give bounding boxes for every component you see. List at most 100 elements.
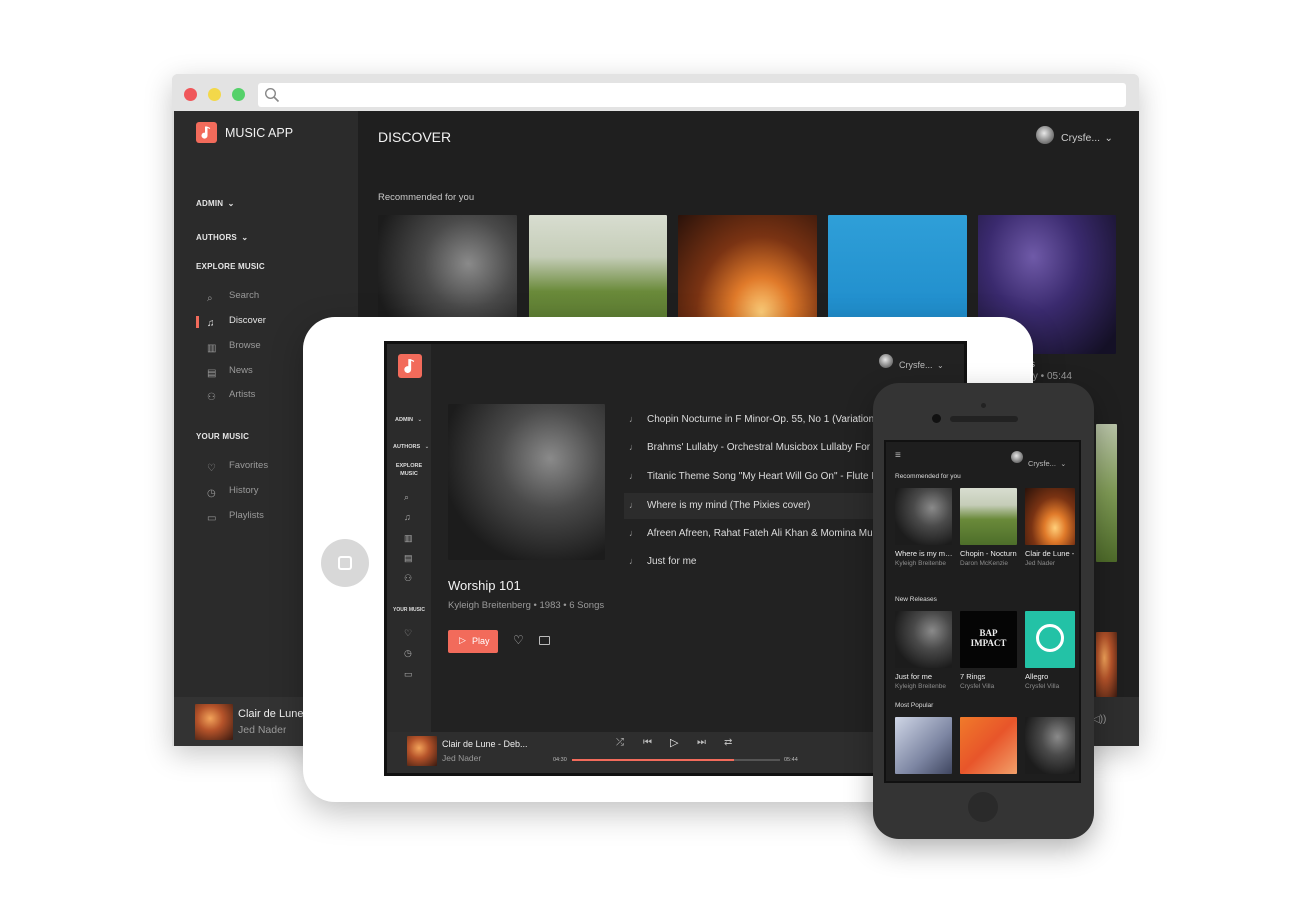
user-menu[interactable]: Crysfe... ⌄ [1028, 453, 1066, 471]
next-icon[interactable]: ⏭ [697, 737, 706, 748]
progress-fill [572, 759, 735, 761]
album-meta: Kyleigh Breitenberg • 1983 • 6 Songs [448, 600, 605, 611]
section-most-popular-heading: Most Popular [895, 702, 934, 709]
album-cover[interactable] [1096, 632, 1117, 697]
sidebar-item-label: Favorites [229, 460, 269, 471]
maximize-window-button[interactable] [232, 88, 245, 101]
badge-line: IMPACT [970, 638, 1007, 648]
your-music-heading: YOUR MUSIC [196, 432, 250, 441]
album-title: Worship 101 [448, 578, 521, 593]
sidebar-item-browse[interactable]: ▥ Browse [207, 338, 261, 356]
bar-chart-icon[interactable]: ▥ [404, 533, 413, 544]
music-note-icon: ♩ [629, 442, 638, 452]
album-cover[interactable] [1025, 611, 1075, 668]
minimize-window-button[interactable] [208, 88, 221, 101]
search-icon [264, 87, 280, 103]
album-cover[interactable]: BAP IMPACT [960, 611, 1017, 668]
address-bar[interactable] [258, 83, 1126, 107]
album-cover[interactable] [1025, 717, 1075, 774]
section-recommended-heading: Recommended for you [895, 473, 961, 480]
admin-label: ADMIN [395, 417, 414, 423]
heart-icon[interactable]: ♡ [404, 628, 412, 639]
sidebar-item-label: News [229, 365, 253, 376]
now-playing-artist: Jed Nader [442, 753, 482, 763]
avatar[interactable] [1011, 451, 1023, 463]
heart-icon[interactable]: ♡ [513, 633, 524, 647]
progress-track[interactable] [572, 759, 780, 761]
app-name: MUSIC APP [225, 126, 294, 140]
now-playing-cover [195, 704, 233, 740]
album-badge-text: BAP IMPACT [960, 628, 1017, 648]
volume-icon[interactable]: ◁)) [1092, 714, 1106, 725]
sidebar-item-label: Artists [229, 389, 256, 400]
bar-chart-icon: ▥ [207, 343, 217, 354]
chevron-down-icon: ⌄ [1104, 133, 1113, 144]
chevron-down-icon: ⌄ [227, 199, 235, 208]
album-cover[interactable] [960, 488, 1017, 545]
album-cover[interactable] [895, 488, 952, 545]
sidebar-item-favorites[interactable]: ♡ Favorites [207, 458, 268, 476]
music-note-icon: ♩ [629, 471, 638, 481]
album-cover[interactable] [895, 717, 952, 774]
sidebar-item-history[interactable]: ◷ History [207, 483, 259, 501]
close-window-button[interactable] [184, 88, 197, 101]
newspaper-icon[interactable]: ▤ [404, 553, 413, 564]
previous-icon[interactable]: ⏮ [643, 737, 652, 748]
music-note-icon: ♩ [629, 500, 638, 510]
sidebar-item-news[interactable]: ▤ News [207, 363, 253, 381]
music-note-icon[interactable]: ♫ [404, 512, 411, 522]
sidebar-item-discover[interactable]: ♫ Discover [207, 313, 266, 331]
clock-icon: ◷ [207, 488, 216, 499]
explore-music-heading: EXPLORE MUSIC [387, 462, 431, 478]
phone-speaker [950, 416, 1018, 422]
play-icon: ▷ [459, 635, 466, 645]
search-icon[interactable]: ⌕ [404, 492, 409, 503]
album-cover[interactable] [960, 717, 1017, 774]
sidebar-item-label: Search [229, 290, 260, 301]
album-title: Just for me [895, 672, 933, 681]
user-menu[interactable]: Crysfe... ⌄ [899, 355, 944, 373]
authors-menu[interactable]: AUTHORS ⌄ [393, 435, 429, 453]
music-note-icon: ♩ [629, 556, 638, 566]
album-cover[interactable] [1096, 424, 1117, 562]
album-cover [448, 404, 605, 560]
tablet-home-button[interactable] [321, 539, 369, 587]
user-menu[interactable]: Crysfe... ⌄ [1061, 128, 1113, 146]
sidebar-item-search[interactable]: ⌕ Search [207, 288, 259, 306]
sidebar-item-label: Discover [229, 315, 266, 326]
album-cover[interactable] [895, 611, 952, 668]
shuffle-icon[interactable]: ⤮ [616, 737, 624, 748]
now-playing-cover [407, 736, 437, 766]
hamburger-menu-icon[interactable]: ≡ [895, 450, 901, 461]
explore-heading-line: EXPLORE [395, 463, 423, 469]
phone-home-button[interactable] [968, 792, 998, 822]
clock-icon[interactable]: ◷ [404, 648, 412, 659]
sidebar-item-artists[interactable]: ⚇ Artists [207, 387, 255, 405]
admin-menu[interactable]: ADMIN ⌄ [395, 408, 422, 426]
sidebar-item-playlists[interactable]: ▭ Playlists [207, 508, 264, 526]
play-button[interactable]: ▷ Play [448, 630, 498, 653]
chevron-down-icon: ⌄ [241, 233, 249, 242]
newspaper-icon: ▤ [207, 368, 217, 379]
authors-menu[interactable]: AUTHORS ⌄ [196, 227, 248, 245]
people-icon[interactable]: ⚇ [404, 573, 412, 584]
avatar[interactable] [879, 354, 893, 368]
square-icon [338, 556, 352, 570]
add-to-playlist-icon[interactable] [539, 636, 550, 645]
phone-camera [932, 414, 941, 423]
folder-icon[interactable]: ▭ [404, 669, 413, 680]
your-music-heading: YOUR MUSIC [393, 607, 425, 613]
repeat-icon[interactable]: ⇄ [724, 737, 732, 748]
explore-music-heading: EXPLORE MUSIC [196, 262, 265, 271]
admin-menu[interactable]: ADMIN ⌄ [196, 193, 235, 211]
album-cover[interactable] [1025, 488, 1075, 545]
user-name: Crysfe... [1028, 459, 1056, 468]
chevron-down-icon: ⌄ [417, 417, 423, 423]
folder-icon: ▭ [207, 513, 217, 524]
authors-label: AUTHORS [196, 233, 237, 242]
phone-screen: ≡ Crysfe... ⌄ Recommended for you Where … [884, 440, 1081, 783]
play-icon[interactable]: ▷ [670, 736, 678, 749]
app-logo [398, 354, 422, 378]
album-artist: Kyleigh Breitenbe [895, 560, 946, 567]
avatar[interactable] [1036, 126, 1054, 144]
